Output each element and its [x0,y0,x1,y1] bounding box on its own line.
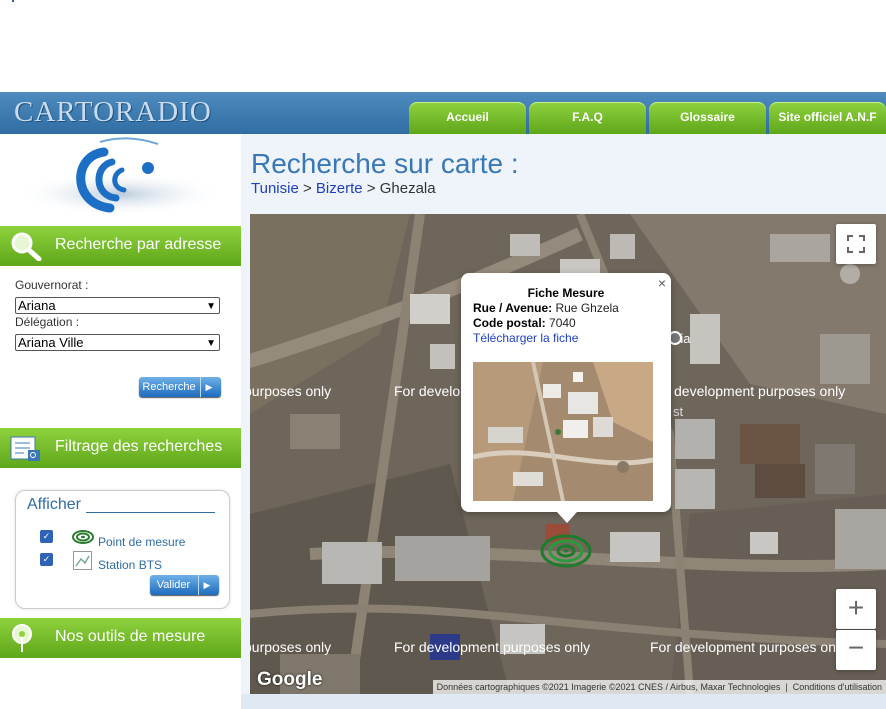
search-by-address-label: Recherche par adresse [55,236,222,253]
filter-list-icon [8,433,42,463]
station-bts-checkbox[interactable]: ✓ [40,553,53,566]
delegation-select[interactable]: Ariana Ville ▼ [15,334,220,351]
point-mesure-checkbox[interactable]: ✓ [40,530,53,543]
dev-watermark: purposes only [250,639,332,655]
map-place-label: st [673,404,684,419]
measure-info-window: × Fiche Mesure Rue / Avenue: Rue Ghzela … [461,273,671,523]
fullscreen-button[interactable] [836,224,876,264]
delegation-label: Délégation : [15,315,80,329]
popup-title: Fiche Mesure [527,286,605,300]
gouvernorat-label: Gouvernorat : [15,278,89,292]
tools-label: Nos outils de mesure [55,628,206,645]
measure-site-photo [473,362,653,501]
tab-site-officiel[interactable]: Site officiel A.N.F [769,102,886,134]
point-mesure-label: Point de mesure [98,535,186,549]
filter-label: Filtrage des recherches [55,438,223,455]
search-button[interactable]: Recherche ▶ [139,377,221,397]
cartoradio-logo [0,134,241,224]
zoom-in-button[interactable]: + [836,589,876,629]
gouvernorat-value: Ariana [18,298,56,313]
arrow-right-icon: ▶ [200,377,217,397]
top-dot [12,0,14,2]
arrow-right-icon: ▶ [198,575,215,595]
chevron-down-icon: ▼ [206,301,216,312]
filter-divider [86,512,215,513]
tab-glossaire[interactable]: Glossaire [649,102,766,134]
breadcrumb-tunisie[interactable]: Tunisie [251,180,299,197]
popup-street-row: Rue / Avenue: Rue Ghzela [473,301,619,315]
measure-point-marker[interactable] [540,534,592,573]
street-value: Rue Ghzela [555,301,619,315]
breadcrumb-current: Ghezala [379,180,436,197]
tab-faq[interactable]: F.A.Q [529,102,646,134]
filter-title: Afficher [27,496,81,513]
page-title: Recherche sur carte : [251,148,519,179]
map-attribution: Données cartographiques ©2021 Imagerie ©… [432,680,886,694]
terms-link[interactable]: Conditions d'utilisation [793,682,882,692]
zoom-out-button[interactable]: − [836,630,876,670]
app-logo-text: CARTORADIO [14,96,212,128]
filter-band[interactable]: Filtrage des recherches [0,428,241,468]
station-bts-label: Station BTS [98,558,163,572]
tools-pin-icon [8,623,42,653]
delegation-value: Ariana Ville [18,335,84,350]
postal-value: 7040 [549,316,576,330]
attribution-text: Données cartographiques ©2021 Imagerie ©… [436,682,781,692]
fullscreen-icon [847,235,865,253]
dev-watermark: For development purposes only [394,639,591,655]
validate-button[interactable]: Valider ▶ [150,575,219,595]
breadcrumb: Tunisie > Bizerte > Ghezala [251,180,436,197]
footer-strip [241,694,886,709]
chevron-down-icon: ▼ [206,338,216,349]
popup-postal-row: Code postal: 7040 [473,316,576,330]
street-label: Rue / Avenue: [473,301,553,315]
search-button-label: Recherche [142,381,196,393]
gouvernorat-select[interactable]: Ariana ▼ [15,297,220,314]
sidebar: Recherche par adresse Gouvernorat : Aria… [0,134,241,709]
validate-button-label: Valider [156,579,191,591]
breadcrumb-separator: > [366,180,376,197]
magnifier-icon [8,231,42,262]
header: CARTORADIO Accueil F.A.Q Glossaire Site … [0,92,886,134]
measure-point-icon [72,529,94,550]
google-logo: Google [257,669,323,690]
dev-watermark: purposes only [250,383,332,399]
breadcrumb-separator: > [302,180,312,197]
tab-accueil[interactable]: Accueil [409,102,526,134]
tools-band[interactable]: Nos outils de mesure [0,618,241,658]
dev-watermark: For development purposes on [650,639,836,655]
download-sheet-link[interactable]: Télécharger la fiche [473,331,578,345]
filter-panel: Afficher ✓ Point de mesure ✓ Station BTS… [15,490,230,609]
bts-station-icon [73,551,92,575]
breadcrumb-bizerte[interactable]: Bizerte [316,180,363,197]
postal-label: Code postal: [473,316,546,330]
dev-watermark: development purposes only [674,383,846,399]
search-by-address-band[interactable]: Recherche par adresse [0,226,241,266]
